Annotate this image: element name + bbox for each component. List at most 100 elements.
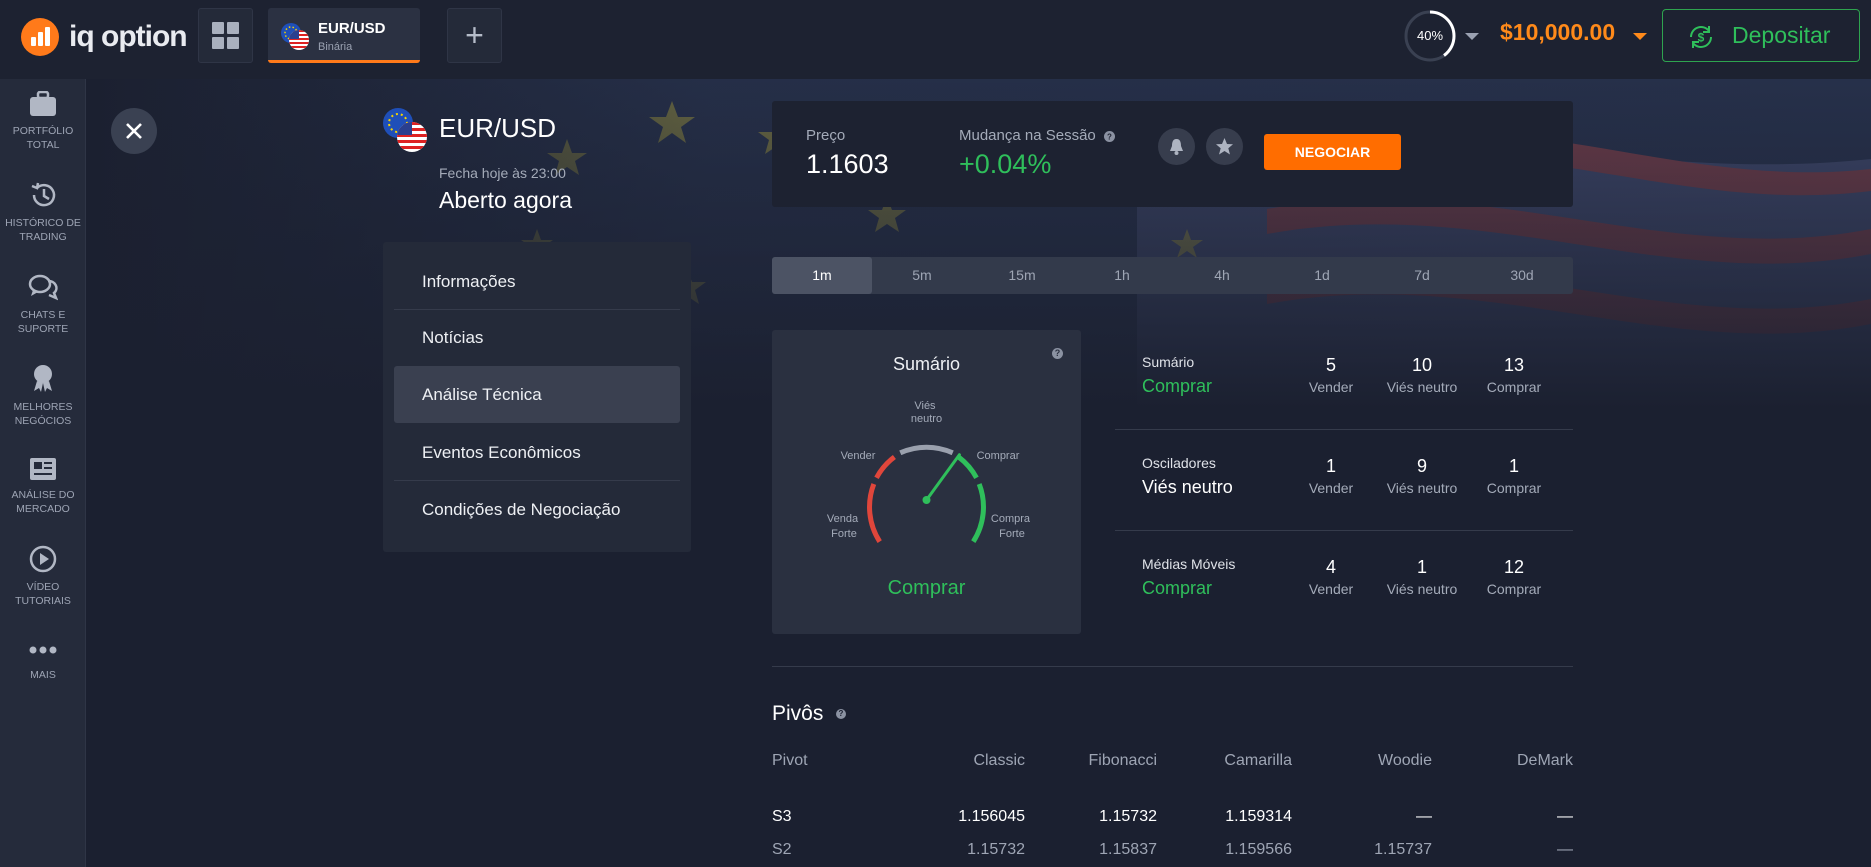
history-icon [31, 182, 56, 207]
gauge-title: Sumário [892, 354, 961, 374]
balance-display[interactable]: $10,000.00 [1500, 19, 1615, 46]
deposit-button[interactable]: $ Depositar [1662, 9, 1860, 62]
session-change-label: Mudança na Sessão [959, 127, 1096, 144]
chat-icon [28, 274, 58, 301]
gauge-needle [925, 453, 961, 502]
asset-closing-time: Fecha hoje às 23:00 [439, 165, 566, 181]
woodie-value: 1.15737 [1374, 841, 1432, 858]
demark-column-header: DeMark [1516, 752, 1573, 769]
sell-count: 5 [1325, 355, 1336, 375]
timeframe-1h[interactable]: 1h [1072, 257, 1172, 294]
favorite-button[interactable] [1206, 128, 1243, 165]
timeframe-1m[interactable]: 1m [772, 257, 872, 294]
camarilla-value: 1.159566 [1225, 841, 1292, 858]
price-value: 1.1603 [806, 149, 889, 179]
balance-chevron-down-icon[interactable] [1633, 33, 1647, 40]
timeframe-4h[interactable]: 4h [1172, 257, 1272, 294]
buy-count: 12 [1503, 557, 1525, 577]
menu-item-economic-events[interactable]: Eventos Econômicos [394, 424, 680, 481]
sidebar-item-trading-history[interactable]: HISTÓRICO DE TRADING [0, 181, 86, 244]
pivot-column-header: Pivot [772, 752, 808, 769]
fibonacci-value: 1.15837 [1099, 841, 1157, 858]
asset-status: Aberto agora [439, 187, 572, 213]
buy-count: 1 [1508, 456, 1519, 476]
sentiment-gauge: Viés neutro Vender Comprar Venda Forte C… [827, 400, 1033, 543]
pivot-level: S3 [772, 808, 792, 825]
asset-tab-eurusd[interactable]: EUR/USD Binária [268, 8, 420, 63]
chevron-down-icon[interactable] [1465, 33, 1479, 40]
menu-item-information[interactable]: Informações [394, 253, 680, 310]
summary-row-verdict: Comprar [1142, 578, 1213, 598]
deposit-button-label: Depositar [1732, 22, 1831, 48]
woodie-value: — [1416, 808, 1432, 825]
profit-percent-label: 40% [1416, 28, 1444, 43]
price-label: Preço [806, 127, 846, 144]
asset-tab-symbol: EUR/USD [318, 20, 386, 37]
demark-value: — [1557, 808, 1573, 825]
sell-caption: Vender [1308, 379, 1354, 395]
sidebar-item-best-trades[interactable]: MELHORES NEGÓCIOS [0, 363, 86, 428]
sidebar-item-market-analysis[interactable]: ANÁLISE DO MERCADO [0, 457, 86, 516]
sell-caption: Vender [1308, 581, 1354, 597]
neutral-count: 9 [1416, 456, 1427, 476]
play-icon [29, 545, 57, 573]
grid-menu-button[interactable] [198, 8, 253, 63]
svg-text:$: $ [1698, 31, 1705, 45]
help-icon[interactable]: ? [1104, 131, 1115, 142]
summary-row-oscillators: Osciladores Viés neutro 1 Vender 9 Viés … [1115, 431, 1573, 531]
asset-tab-type: Binária [318, 41, 353, 53]
brand-logo[interactable]: iq option [21, 18, 188, 56]
gauge-verdict: Comprar [887, 577, 966, 599]
alert-button[interactable] [1158, 128, 1195, 165]
sidebar-item-label: ANÁLISE DO MERCADO [11, 489, 75, 515]
sidebar-item-label: PORTFÓLIO TOTAL [12, 125, 74, 151]
summary-row-verdict: Viés neutro [1142, 477, 1233, 497]
summary-row-summary: Sumário Comprar 5 Vender 10 Viés neutro … [1115, 330, 1573, 430]
eu-us-flag-icon [281, 23, 309, 50]
gauge-label-neutral: Viés neutro [911, 400, 942, 425]
section-divider [772, 666, 1573, 667]
fibonacci-column-header: Fibonacci [1088, 752, 1157, 769]
summary-row-name: Médias Móveis [1142, 556, 1236, 572]
help-icon[interactable]: ? [836, 709, 846, 719]
sidebar-item-portfolio[interactable]: PORTFÓLIO TOTAL [0, 91, 86, 152]
sidebar-item-video-tutorials[interactable]: VÍDEO TUTORIAIS [0, 545, 86, 608]
close-panel-button[interactable] [111, 108, 157, 154]
newspaper-icon [30, 458, 56, 480]
logo-mark-icon [21, 18, 59, 56]
camarilla-column-header: Camarilla [1224, 752, 1292, 769]
menu-item-trading-conditions[interactable]: Condições de Negociação [394, 481, 680, 538]
menu-item-technical-analysis[interactable]: Análise Técnica [394, 366, 680, 423]
trade-button[interactable]: NEGOCIAR [1264, 134, 1401, 170]
sidebar-item-chats-support[interactable]: CHATS E SUPORTE [0, 273, 86, 336]
timeframe-15m[interactable]: 15m [972, 257, 1072, 294]
gauge-label-strong-buy: Compra Forte [991, 513, 1033, 540]
demark-value: — [1557, 841, 1573, 858]
help-icon[interactable]: ? [1052, 348, 1063, 359]
sell-caption: Vender [1308, 480, 1354, 496]
medal-icon [34, 365, 52, 392]
close-icon [126, 123, 142, 139]
buy-caption: Comprar [1486, 379, 1542, 395]
grid-icon [212, 22, 224, 34]
profit-percent-indicator[interactable]: 40% [1404, 10, 1456, 62]
fibonacci-value: 1.15732 [1099, 808, 1157, 825]
menu-item-news[interactable]: Notícias [394, 309, 680, 366]
neutral-caption: Viés neutro [1386, 581, 1458, 597]
neutral-caption: Viés neutro [1386, 379, 1458, 395]
gauge-pivot [922, 496, 931, 504]
neutral-count: 1 [1416, 557, 1427, 577]
timeframe-7d[interactable]: 7d [1372, 257, 1472, 294]
sidebar-item-label: CHATS E SUPORTE [17, 309, 69, 335]
left-sidebar: PORTFÓLIO TOTAL HISTÓRICO DE TRADING CHA… [0, 79, 86, 867]
timeframe-1d[interactable]: 1d [1272, 257, 1372, 294]
star-icon [1216, 138, 1233, 155]
timeframe-5m[interactable]: 5m [872, 257, 972, 294]
add-asset-button[interactable]: + [447, 8, 502, 63]
buy-caption: Comprar [1486, 480, 1542, 496]
summary-row-moving-averages: Médias Móveis Comprar 4 Vender 1 Viés ne… [1115, 532, 1573, 632]
pivots-title: Pivôs [772, 702, 824, 725]
sidebar-item-more[interactable]: MAIS [0, 645, 86, 682]
classic-column-header: Classic [973, 752, 1025, 769]
timeframe-30d[interactable]: 30d [1472, 257, 1572, 294]
